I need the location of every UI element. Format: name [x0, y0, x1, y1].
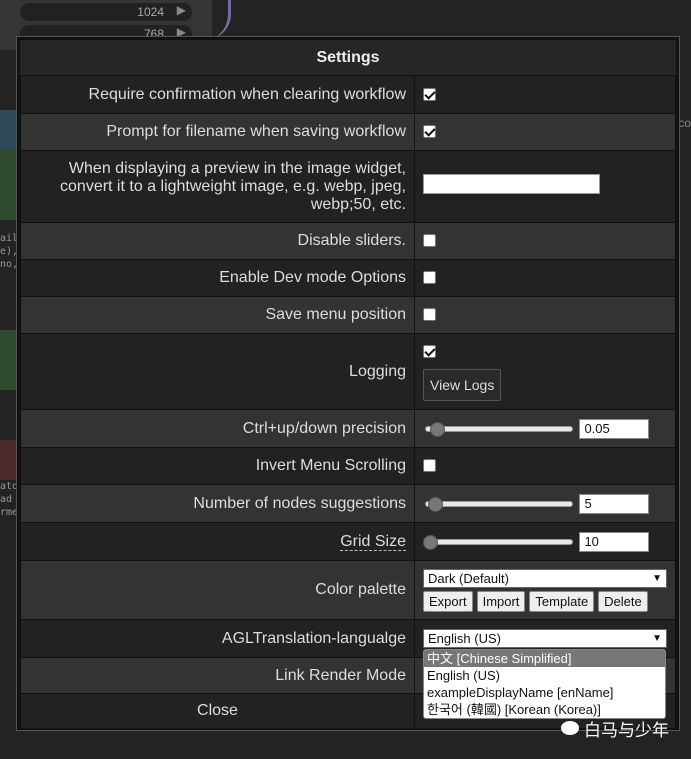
setting-row: Save menu position: [20, 296, 676, 334]
template-button[interactable]: Template: [529, 590, 595, 612]
arrow-right-icon: ▶: [176, 3, 186, 17]
setting-label: Grid Size: [20, 522, 415, 561]
setting-label: Link Render Mode: [20, 657, 415, 694]
setting-label: Logging: [20, 333, 415, 410]
language-dropdown-list: 中文 [Chinese Simplified] English (US) exa…: [423, 649, 666, 719]
setting-row: Require confirmation when clearing workf…: [20, 75, 676, 114]
select-value: Dark (Default): [428, 570, 509, 586]
chevron-down-icon: ▼: [652, 633, 662, 644]
delete-button[interactable]: Delete: [598, 590, 648, 612]
background-code: ato ad rme: [0, 481, 19, 518]
setting-label: Enable Dev mode Options: [20, 259, 415, 297]
background-code: ail e), no,: [0, 233, 19, 270]
slider-thumb[interactable]: [428, 496, 443, 512]
setting-label: Number of nodes suggestions: [20, 484, 415, 523]
grid-size-input[interactable]: 10: [579, 531, 650, 552]
background-strip: [0, 330, 18, 390]
background-widget-width: 1024 ▶: [20, 3, 192, 21]
precision-input[interactable]: 0.05: [579, 418, 650, 439]
setting-row: Prompt for filename when saving workflow: [20, 113, 676, 151]
chevron-down-icon: ▼: [652, 572, 662, 584]
setting-label: Ctrl+up/down precision: [20, 409, 415, 448]
background-widget-value: 1024: [137, 5, 164, 19]
setting-label: Require confirmation when clearing workf…: [20, 75, 415, 114]
grid-size-slider[interactable]: [423, 534, 573, 550]
confirm-clear-checkbox[interactable]: [423, 87, 436, 101]
background-fragment: co: [678, 116, 691, 130]
setting-row: Disable sliders.: [20, 222, 676, 260]
settings-dialog: Settings Require confirmation when clear…: [17, 37, 679, 730]
language-option[interactable]: 中文 [Chinese Simplified]: [424, 650, 665, 667]
setting-row: Ctrl+up/down precision 0.05: [20, 409, 676, 448]
setting-label: Prompt for filename when saving workflow: [20, 113, 415, 151]
select-value: English (US): [428, 631, 501, 646]
grid-size-label: Grid Size: [340, 532, 406, 551]
language-option[interactable]: English (US): [424, 667, 665, 684]
setting-row: Number of nodes suggestions 5: [20, 484, 676, 523]
setting-row: When displaying a preview in the image w…: [20, 150, 676, 223]
setting-row: Logging View Logs: [20, 333, 676, 410]
background-strip: [0, 440, 18, 480]
export-button[interactable]: Export: [423, 590, 473, 612]
node-suggestions-input[interactable]: 5: [579, 493, 650, 514]
watermark-text: 白马与少年: [584, 721, 669, 740]
background-strip: [0, 150, 18, 220]
prompt-filename-checkbox[interactable]: [423, 125, 436, 139]
background-strip: [0, 110, 18, 150]
setting-label: Invert Menu Scrolling: [20, 447, 415, 485]
slider-thumb[interactable]: [430, 421, 445, 437]
save-menu-position-checkbox[interactable]: [423, 308, 436, 322]
node-suggestions-slider[interactable]: [423, 496, 573, 512]
logging-checkbox[interactable]: [423, 344, 436, 358]
wechat-icon: [561, 721, 579, 735]
setting-label: Save menu position: [20, 296, 415, 334]
setting-label: AGLTranslation-langualge: [20, 619, 415, 658]
setting-label: When displaying a preview in the image w…: [20, 150, 415, 223]
setting-row: Grid Size 10: [20, 522, 676, 561]
close-button[interactable]: Close: [20, 693, 415, 729]
preview-format-input[interactable]: [423, 174, 600, 194]
dev-mode-checkbox[interactable]: [423, 271, 436, 285]
setting-row: Enable Dev mode Options: [20, 259, 676, 297]
settings-table: Require confirmation when clearing workf…: [20, 75, 676, 729]
dialog-title: Settings: [20, 40, 676, 75]
setting-label: Color palette: [20, 560, 415, 620]
precision-slider[interactable]: [423, 421, 573, 437]
setting-row: Color palette Dark (Default) ▼ Export Impo…: [20, 560, 676, 620]
view-logs-button[interactable]: View Logs: [423, 368, 502, 401]
language-option[interactable]: exampleDisplayName [enName]: [424, 684, 665, 701]
language-select[interactable]: English (US) ▼: [423, 629, 667, 648]
setting-label: Disable sliders.: [20, 222, 415, 260]
background-link-wire: [205, 0, 231, 40]
color-palette-select[interactable]: Dark (Default) ▼: [423, 568, 667, 588]
disable-sliders-checkbox[interactable]: [423, 234, 436, 248]
setting-row: Invert Menu Scrolling: [20, 447, 676, 485]
import-button[interactable]: Import: [476, 590, 526, 612]
slider-thumb[interactable]: [423, 534, 438, 550]
invert-scrolling-checkbox[interactable]: [423, 459, 436, 473]
